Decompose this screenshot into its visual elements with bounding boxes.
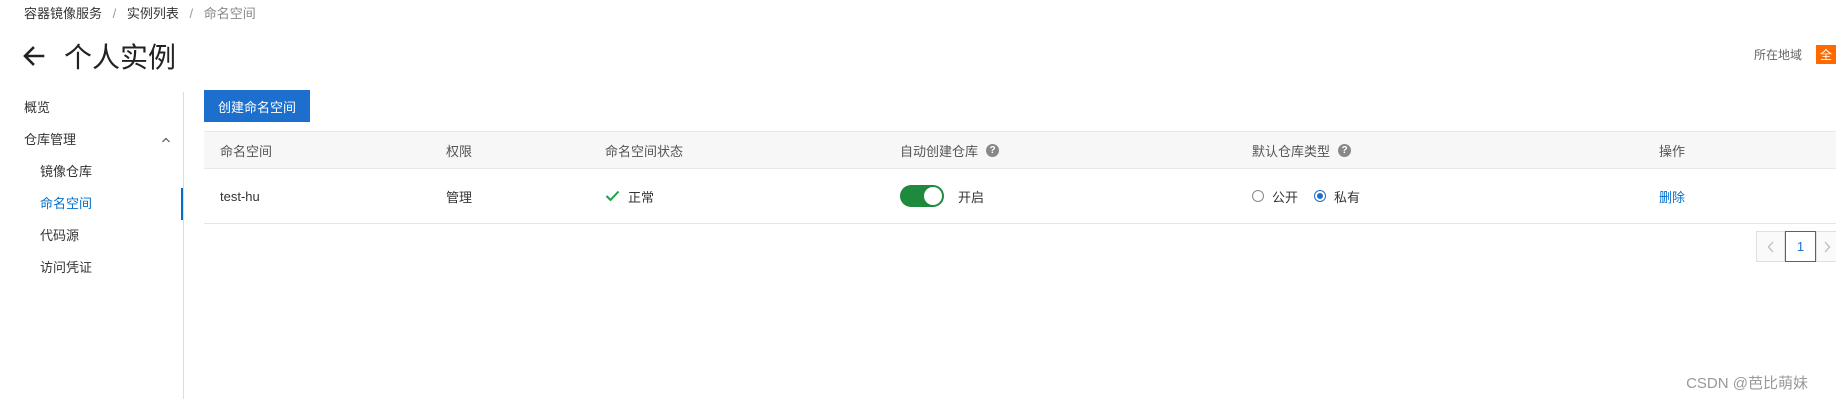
breadcrumb-separator: /	[189, 6, 194, 21]
pagination-prev-button[interactable]	[1756, 231, 1785, 262]
region-selector: 所在地域 全	[1754, 45, 1836, 64]
page-title: 个人实例	[64, 42, 177, 73]
column-header-auto-create: 自动创建仓库 ?	[900, 132, 1000, 168]
column-header-label: 操作	[1659, 143, 1686, 159]
region-label: 所在地域	[1753, 48, 1802, 62]
sidebar-item-label: 镜像仓库	[40, 164, 93, 179]
namespace-cell: test-hu	[220, 169, 260, 223]
sidebar-item-label: 概览	[24, 100, 51, 115]
status-cell: 正常	[605, 169, 654, 223]
sidebar-item-label: 代码源	[40, 228, 80, 243]
sidebar-item-access-credential[interactable]: 访问凭证	[0, 252, 183, 284]
column-header-status: 命名空间状态	[605, 132, 683, 168]
breadcrumb-current: 命名空间	[203, 6, 256, 21]
breadcrumb-link-instances[interactable]: 实例列表	[127, 6, 179, 21]
breadcrumb: 容器镜像服务 / 实例列表 / 命名空间	[24, 3, 256, 22]
namespace-table: 命名空间 权限 命名空间状态 自动创建仓库 ? 默认仓库类型 ? 操作 test…	[204, 131, 1836, 224]
radio-public[interactable]	[1252, 190, 1264, 202]
permission-value: 管理	[446, 189, 473, 205]
action-cell: 删除	[1659, 169, 1685, 223]
radio-private[interactable]	[1314, 190, 1327, 202]
help-icon[interactable]: ?	[986, 143, 1000, 157]
arrow-left-icon[interactable]	[22, 41, 52, 71]
sidebar-item-namespace[interactable]: 命名空间	[0, 188, 183, 220]
namespace-name: test-hu	[220, 188, 260, 204]
breadcrumb-separator: /	[112, 6, 117, 21]
status-text: 正常	[628, 189, 655, 205]
pagination-page-current[interactable]: 1	[1785, 231, 1816, 262]
column-header-permission: 权限	[446, 132, 472, 168]
page-header: 个人实例	[22, 38, 176, 74]
table-header: 命名空间 权限 命名空间状态 自动创建仓库 ? 默认仓库类型 ? 操作	[204, 131, 1836, 169]
table-row: test-hu 管理 正常 开启 公开 私有 删除	[204, 169, 1836, 224]
sidebar-item-repo-management[interactable]: 仓库管理	[0, 124, 183, 156]
pagination-next-button[interactable]	[1816, 231, 1836, 262]
column-header-namespace: 命名空间	[220, 132, 272, 168]
sidebar-item-label: 仓库管理	[24, 132, 77, 147]
region-badge[interactable]: 全	[1815, 45, 1836, 64]
default-type-cell: 公开 私有	[1252, 169, 1376, 223]
breadcrumb-link-registry[interactable]: 容器镜像服务	[24, 6, 102, 21]
column-header-action: 操作	[1659, 132, 1685, 168]
column-header-label: 自动创建仓库	[900, 143, 979, 159]
radio-label-private[interactable]: 私有	[1334, 187, 1360, 206]
column-header-label: 命名空间状态	[605, 143, 684, 159]
sidebar: 概览 仓库管理 镜像仓库 命名空间 代码源 访问凭证	[0, 92, 184, 399]
auto-create-toggle[interactable]	[900, 185, 944, 207]
check-icon	[605, 190, 620, 202]
create-namespace-button[interactable]: 创建命名空间	[204, 90, 310, 122]
column-header-default-type: 默认仓库类型 ?	[1252, 132, 1352, 168]
sidebar-item-overview[interactable]: 概览	[0, 92, 183, 124]
toggle-knob	[924, 187, 942, 205]
chevron-up-icon	[159, 124, 173, 156]
column-header-label: 命名空间	[220, 143, 273, 159]
help-icon[interactable]: ?	[1338, 143, 1352, 157]
sidebar-item-image-repo[interactable]: 镜像仓库	[0, 156, 183, 188]
auto-create-cell: 开启	[900, 169, 984, 223]
sidebar-item-label: 访问凭证	[40, 260, 93, 275]
watermark: CSDN @芭比萌妹	[1686, 375, 1808, 392]
column-header-label: 权限	[446, 143, 473, 159]
radio-label-public[interactable]: 公开	[1272, 187, 1298, 206]
delete-link[interactable]: 删除	[1659, 187, 1685, 206]
sidebar-item-code-source[interactable]: 代码源	[0, 220, 183, 252]
column-header-label: 默认仓库类型	[1252, 143, 1331, 159]
sidebar-item-label: 命名空间	[40, 196, 93, 211]
permission-cell: 管理	[446, 169, 472, 223]
toggle-label: 开启	[958, 189, 985, 205]
